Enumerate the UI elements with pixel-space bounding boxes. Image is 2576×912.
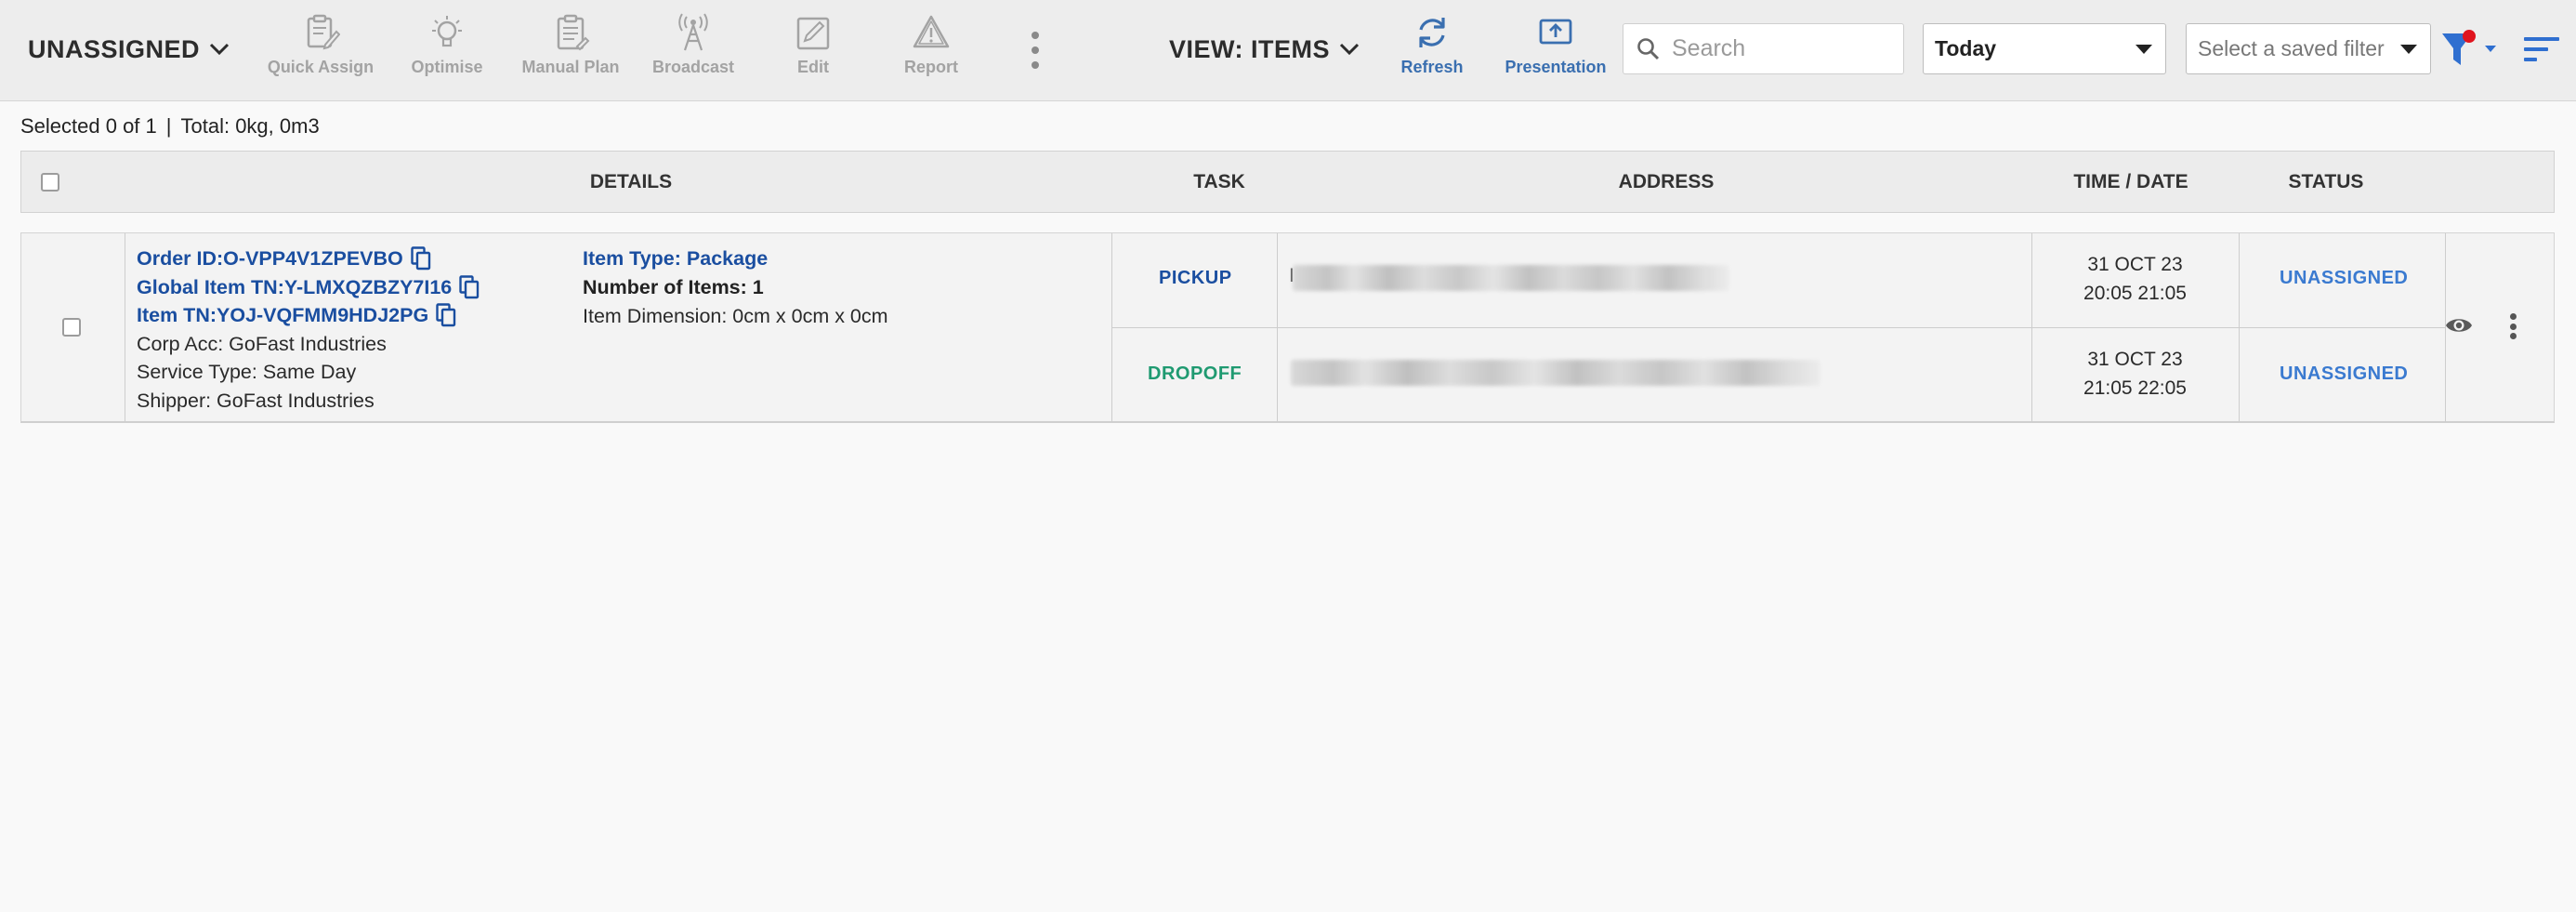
clipboard-edit-icon [307, 14, 340, 50]
selected-count: Selected 0 of 1 [20, 114, 157, 138]
chevron-down-icon [1339, 43, 1360, 56]
quick-assign-label: Quick Assign [267, 58, 375, 76]
pickup-time: 20:05 21:05 [2083, 283, 2187, 304]
dropoff-date: 31 OCT 23 [2087, 349, 2183, 370]
search-input[interactable] [1672, 35, 1886, 62]
pickup-date: 31 OCT 23 [2087, 254, 2183, 275]
dropoff-time: 21:05 22:05 [2083, 377, 2187, 399]
broadcast-label: Broadcast [651, 58, 735, 76]
order-id-link[interactable]: Order ID:O-VPP4V1ZPEVBO [137, 245, 403, 273]
service-type: Service Type: Same Day [137, 361, 357, 383]
header-time-date[interactable]: TIME / DATE [2019, 152, 2242, 212]
manual-plan-label: Manual Plan [521, 58, 620, 76]
status-badge: UNASSIGNED [2280, 268, 2409, 288]
order-id-line: Order ID:O-VPP4V1ZPEVBO [137, 245, 480, 273]
optimise-button[interactable]: Optimise [387, 13, 507, 80]
task-dropoff: DROPOFF [1148, 363, 1242, 384]
select-all-checkbox[interactable] [41, 172, 59, 192]
report-button[interactable]: Report [871, 13, 992, 80]
table-row[interactable]: Order ID:O-VPP4V1ZPEVBO Global Item TN:Y… [20, 232, 2555, 423]
row-more-icon[interactable] [2508, 313, 2517, 339]
manual-plan-button[interactable]: Manual Plan [510, 13, 631, 80]
antenna-icon [678, 13, 708, 51]
saved-filter-select[interactable]: Select a saved filter [2186, 23, 2431, 74]
view-dropdown[interactable]: VIEW: ITEMS [1169, 32, 1360, 67]
caret-down-icon [2400, 45, 2417, 54]
address-dropoff-redacted [1291, 360, 1820, 386]
broadcast-button[interactable]: Broadcast [633, 13, 754, 80]
search-icon [1637, 37, 1660, 59]
status-filter-dropdown[interactable]: UNASSIGNED [28, 32, 230, 67]
item-tn-link[interactable]: Item TN:YOJ-VQFMM9HDJ2PG [137, 301, 428, 330]
item-dimension: Item Dimension: 0cm x 0cm x 0cm [583, 305, 888, 327]
edit-label: Edit [797, 58, 829, 76]
date-range-value: Today [1935, 36, 1997, 60]
pencil-box-icon [796, 17, 830, 50]
search-box[interactable] [1623, 23, 1904, 74]
presentation-label: Presentation [1505, 58, 1607, 76]
saved-filter-placeholder: Select a saved filter [2198, 36, 2385, 60]
item-type: Item Type: Package [583, 247, 769, 270]
clipboard-list-icon [557, 14, 590, 51]
warning-triangle-icon [913, 15, 950, 48]
table-header: DETAILS TASK ADDRESS TIME / DATE STATUS [20, 151, 2555, 213]
presentation-icon [1539, 19, 1572, 45]
task-pickup: PICKUP [1159, 268, 1232, 288]
item-details: Item Type: Package Number of Items: 1 It… [583, 245, 888, 331]
address-pickup-redacted [1293, 265, 1729, 291]
refresh-button[interactable]: Refresh [1372, 13, 1492, 80]
copy-icon[interactable] [459, 275, 480, 299]
presentation-button[interactable]: Presentation [1491, 13, 1621, 80]
chevron-down-icon [209, 43, 230, 56]
copy-icon[interactable] [436, 303, 456, 327]
global-item-tn-line: Global Item TN:Y-LMXQZBZY7I16 [137, 273, 480, 302]
eye-icon[interactable] [2445, 315, 2473, 336]
row-select-cell [62, 318, 81, 341]
sort-icon[interactable] [2522, 32, 2561, 67]
order-details: Order ID:O-VPP4V1ZPEVBO Global Item TN:Y… [137, 245, 480, 415]
more-actions-icon[interactable] [1026, 32, 1045, 69]
quick-assign-button[interactable]: Quick Assign [260, 13, 381, 80]
caret-down-icon [2136, 45, 2152, 54]
number-of-items: Number of Items: 1 [583, 276, 764, 298]
copy-icon[interactable] [411, 246, 431, 271]
filter-icon[interactable] [2440, 28, 2504, 71]
lightbulb-icon [432, 16, 462, 47]
optimise-label: Optimise [411, 58, 483, 76]
corp-account: Corp Acc: GoFast Industries [137, 332, 387, 355]
header-details[interactable]: DETAILS [79, 152, 1183, 212]
shipper: Shipper: GoFast Industries [137, 389, 375, 412]
toolbar: UNASSIGNED Quick Assign Optimise Manual … [0, 0, 2576, 101]
time-date-dropoff: 31 OCT 23 21:05 22:05 [2031, 345, 2239, 403]
edit-button[interactable]: Edit [753, 13, 874, 80]
global-item-tn-link[interactable]: Global Item TN:Y-LMXQZBZY7I16 [137, 273, 452, 302]
header-address[interactable]: ADDRESS [1276, 152, 2057, 212]
report-label: Report [904, 58, 958, 76]
view-label: VIEW: ITEMS [1169, 34, 1331, 63]
row-checkbox[interactable] [62, 318, 81, 337]
refresh-label: Refresh [1400, 58, 1464, 76]
total-weight-volume: Total: 0kg, 0m3 [180, 114, 320, 138]
status-filter-label: UNASSIGNED [28, 34, 201, 63]
summary-separator: | [165, 114, 172, 138]
refresh-icon [1419, 18, 1445, 47]
select-all-cell [21, 152, 79, 212]
item-tn-line: Item TN:YOJ-VQFMM9HDJ2PG [137, 301, 480, 330]
selection-summary: Selected 0 of 1 | Total: 0kg, 0m3 [20, 114, 320, 139]
header-status[interactable]: STATUS [2215, 152, 2438, 212]
status-badge: UNASSIGNED [2280, 363, 2409, 384]
date-range-select[interactable]: Today [1923, 23, 2166, 74]
time-date-pickup: 31 OCT 23 20:05 21:05 [2031, 250, 2239, 308]
